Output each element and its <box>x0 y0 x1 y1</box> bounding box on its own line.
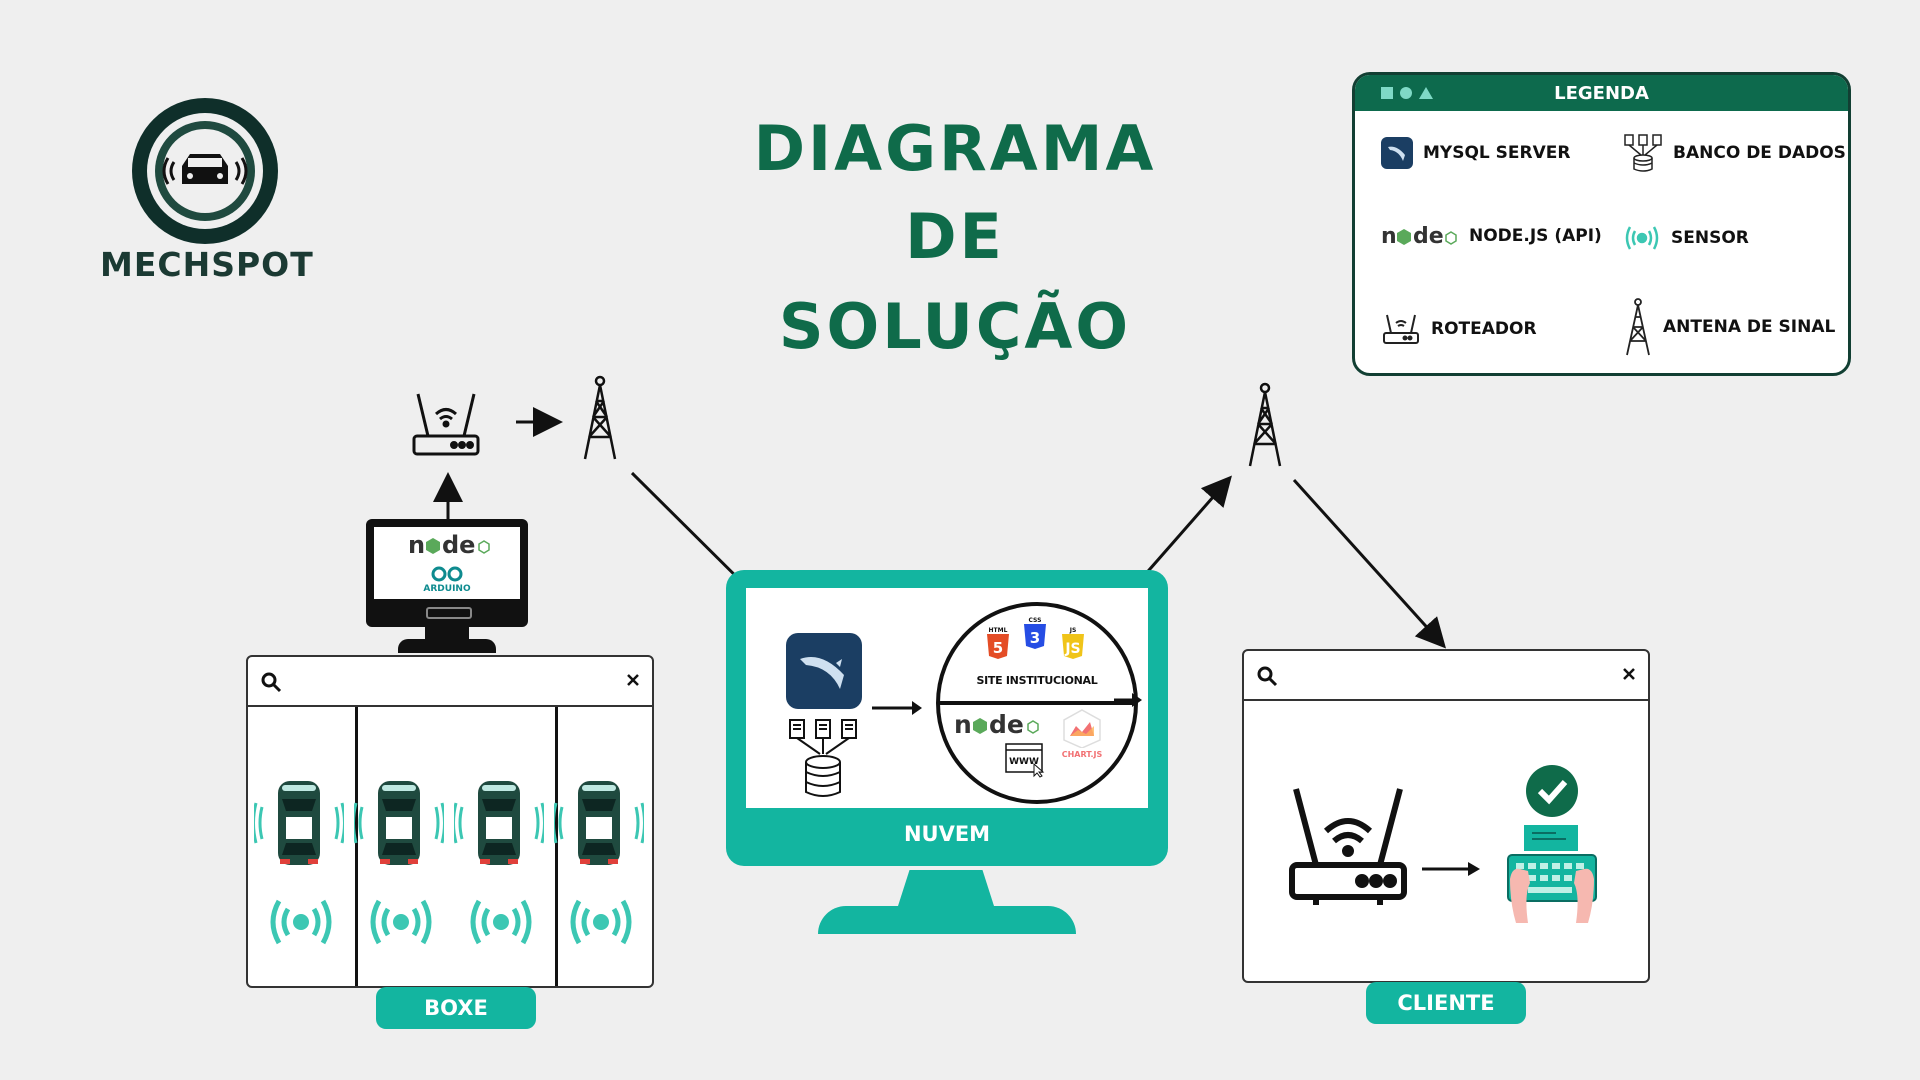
sensor-icon <box>570 899 632 945</box>
arrow-antenna-to-cliente <box>1292 478 1447 649</box>
monitor-neck <box>425 627 469 639</box>
nodejs-logo: n de <box>408 531 490 559</box>
svg-text:JS: JS <box>1069 627 1077 634</box>
monitor-base <box>398 639 496 653</box>
antenna-icon <box>1248 382 1282 467</box>
svg-text:HTML: HTML <box>989 627 1008 634</box>
monitor-screen: n de ARDUINO <box>374 527 520 599</box>
cliente-label: CLIENTE <box>1366 982 1526 1024</box>
boxe-search-bar <box>248 657 652 707</box>
keyboard-hands-icon <box>1507 825 1597 923</box>
cloud-monitor: HTML 5 CSS 3 JS JS SITE INSTITUCIONAL n … <box>726 570 1168 866</box>
monitor-base <box>818 906 1076 934</box>
boxe-label: BOXE <box>376 987 536 1029</box>
arrow-right-icon <box>1114 693 1142 707</box>
svg-text:5: 5 <box>993 639 1003 657</box>
svg-text:de: de <box>442 531 475 559</box>
js-icon: JS JS <box>1062 627 1084 659</box>
mysql-icon <box>786 633 862 709</box>
sensor-icon <box>470 899 532 945</box>
arduino-label: ARDUINO <box>423 584 471 594</box>
svg-text:3: 3 <box>1030 629 1040 647</box>
svg-text:n: n <box>408 531 425 559</box>
close-icon[interactable] <box>626 673 640 687</box>
sensor-icon <box>370 899 432 945</box>
chartjs-icon <box>1063 709 1101 748</box>
cloud-label: NUVEM <box>903 822 991 846</box>
router-icon <box>1289 788 1407 905</box>
car-icon <box>254 781 344 865</box>
monitor-neck <box>898 870 994 906</box>
search-icon[interactable] <box>1256 665 1278 687</box>
svg-text:JS: JS <box>1064 641 1080 657</box>
database-icon <box>789 719 857 797</box>
site-label: SITE INSTITUCIONAL <box>976 674 1098 687</box>
router-icon <box>412 393 480 456</box>
boxe-window <box>246 655 654 988</box>
car-icon <box>554 781 644 865</box>
divider <box>940 701 1134 705</box>
arduino-monitor: n de ARDUINO <box>366 519 528 627</box>
car-icon <box>354 781 444 865</box>
chartjs-label: CHART.JS <box>1061 750 1103 759</box>
cliente-window <box>1242 649 1650 983</box>
sensor-icon <box>270 899 332 945</box>
css3-icon: CSS 3 <box>1024 617 1046 649</box>
arduino-icon <box>431 566 463 582</box>
arrow-right-icon <box>1422 862 1480 876</box>
search-icon[interactable] <box>260 671 282 693</box>
svg-text:CSS: CSS <box>1029 617 1042 624</box>
www-browser-icon: WWW <box>1005 743 1045 778</box>
cliente-search-bar <box>1244 651 1648 701</box>
arrow-right-icon <box>872 701 922 715</box>
monitor-button <box>426 607 472 619</box>
close-icon[interactable] <box>1622 667 1636 681</box>
nodejs-logo: n de <box>954 710 1039 739</box>
check-circle-icon <box>1526 765 1578 817</box>
svg-text:de: de <box>989 710 1024 739</box>
antenna-icon <box>583 375 617 460</box>
html5-icon: HTML 5 <box>987 627 1009 659</box>
web-stack-circle: HTML 5 CSS 3 JS JS SITE INSTITUCIONAL n … <box>936 602 1138 804</box>
cloud-screen: HTML 5 CSS 3 JS JS SITE INSTITUCIONAL n … <box>746 588 1148 808</box>
car-icon <box>454 781 544 865</box>
svg-text:n: n <box>954 710 972 739</box>
